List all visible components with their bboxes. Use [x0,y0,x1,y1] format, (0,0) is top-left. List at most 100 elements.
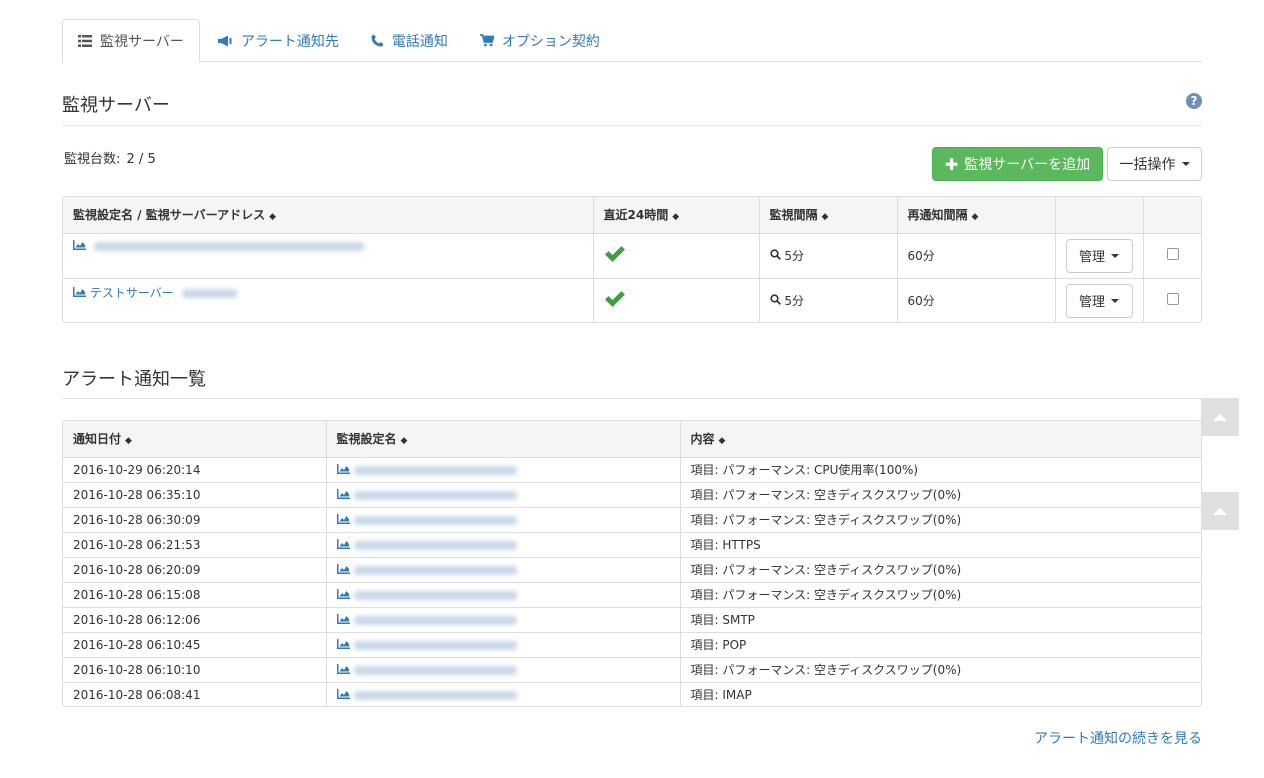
check-icon [604,290,626,311]
magnifier-icon [769,249,781,263]
redacted-text [353,465,517,475]
chart-icon [336,688,350,702]
chart-icon [336,563,350,577]
sort-icon: ◆ [400,436,408,447]
megaphone-icon [217,35,233,47]
col-header-date[interactable]: 通知日付 ◆ [63,421,327,458]
alert-setting-cell[interactable] [326,581,681,607]
renotify-cell: 60分 [897,277,1056,322]
tab-monitor-servers[interactable]: 監視サーバー [62,19,200,63]
table-row: テストサーバー 5分 60分 管理 [63,277,1201,322]
alert-content: 項目: パフォーマンス: 空きディスクスワップ(0%) [680,556,1201,582]
alert-setting-cell[interactable] [326,481,681,507]
scroll-top-button[interactable] [1201,398,1239,436]
tab-phone-notification[interactable]: 電話通知 [356,19,463,62]
sort-icon: ◆ [821,212,829,223]
redacted-text [353,665,517,675]
status-24h-cell [593,232,760,278]
col-header-name[interactable]: 監視設定名 / 監視サーバーアドレス ◆ [63,197,594,234]
list-icon [78,35,92,47]
chart-icon [336,613,350,627]
caret-down-icon [1181,162,1190,166]
alert-setting-cell[interactable] [326,631,681,657]
chart-icon [73,239,86,253]
row-checkbox[interactable] [1167,248,1180,260]
scroll-top-button[interactable] [1201,492,1239,530]
server-count: 監視台数: 2 / 5 [62,148,156,167]
row-checkbox[interactable] [1167,293,1180,306]
col-header-renotify[interactable]: 再通知間隔 ◆ [897,197,1056,234]
interval-cell: 5分 [759,277,898,322]
redacted-text [93,241,364,251]
manage-dropdown-button[interactable]: 管理 [1065,238,1133,273]
add-server-button[interactable]: ✚ 監視サーバーを追加 [932,147,1103,181]
alert-date: 2016-10-28 06:35:10 [63,481,327,507]
col-header-select [1143,197,1201,234]
alert-date: 2016-10-28 06:10:10 [63,656,327,682]
chart-icon [336,538,350,552]
chart-icon [336,488,350,502]
server-name-cell[interactable]: テストサーバー [63,277,594,322]
help-icon[interactable]: ? [1186,93,1202,109]
alert-date: 2016-10-28 06:12:06 [63,606,327,632]
page-title: 監視サーバー [62,95,170,116]
col-header-setting[interactable]: 監視設定名 ◆ [326,421,681,458]
redacted-text [353,690,517,700]
phone-icon [371,34,384,47]
table-row: 2016-10-28 06:08:41 項目: IMAP [63,681,1201,706]
cart-icon [479,34,494,47]
table-row: 2016-10-28 06:30:09 項目: パフォーマンス: 空きディスクスワ… [63,506,1201,532]
alert-date: 2016-10-28 06:15:08 [63,581,327,607]
tab-label: オプション契約 [501,33,600,50]
magnifier-icon [769,294,781,308]
bulk-action-button[interactable]: 一括操作 [1107,147,1202,181]
select-cell [1143,277,1201,322]
alert-content: 項目: パフォーマンス: CPU使用率(100%) [680,456,1201,482]
alert-setting-cell[interactable] [326,556,681,582]
alert-setting-cell[interactable] [326,606,681,632]
redacted-text [181,288,237,298]
alert-setting-cell[interactable] [326,506,681,532]
tab-alert-destinations[interactable]: アラート通知先 [202,19,354,62]
renotify-cell: 60分 [897,232,1056,278]
chart-icon [336,588,350,602]
alert-setting-cell[interactable] [326,531,681,557]
manage-dropdown-button[interactable]: 管理 [1065,283,1133,318]
chart-icon [336,638,350,652]
tab-label: 監視サーバー [100,34,184,50]
status-24h-cell [593,277,760,322]
redacted-text [353,490,517,500]
redacted-text [353,515,517,525]
sort-icon: ◆ [125,436,132,447]
server-name-cell[interactable] [63,232,594,278]
alert-setting-cell[interactable] [326,681,681,706]
manage-cell: 管理 [1055,277,1144,322]
more-alerts-link[interactable]: アラート通知の続きを見る [1034,728,1202,748]
alert-setting-cell[interactable] [326,656,681,682]
chart-icon [336,513,350,527]
col-header-content[interactable]: 内容 ◆ [680,421,1201,458]
server-count-label: 監視台数: [64,152,121,167]
interval-cell: 5分 [759,232,898,278]
col-header-manage [1055,197,1144,234]
alert-content: 項目: パフォーマンス: 空きディスクスワップ(0%) [680,481,1201,507]
redacted-text [353,540,517,550]
nav-tabs: 監視サーバー アラート通知先 電話通知 オプション契約 [62,19,1202,63]
col-header-24h[interactable]: 直近24時間 ◆ [593,197,760,234]
check-icon [604,245,626,266]
table-row: 2016-10-29 06:20:14 項目: パフォーマンス: CPU使用率(1… [63,456,1201,482]
redacted-text [353,615,517,625]
alert-setting-cell[interactable] [326,456,681,482]
col-header-interval[interactable]: 監視間隔 ◆ [759,197,898,234]
sort-icon: ◆ [718,436,726,447]
chevron-up-icon [1213,507,1227,515]
chart-icon [336,663,350,677]
tab-option-contract[interactable]: オプション契約 [465,19,615,62]
bulk-action-label: 一括操作 [1119,157,1176,173]
server-name-link[interactable]: テストサーバー [90,286,174,300]
alert-date: 2016-10-28 06:21:53 [63,531,327,557]
redacted-text [353,640,517,650]
table-row: 2016-10-28 06:21:53 項目: HTTPS [63,531,1201,557]
alert-date: 2016-10-28 06:30:09 [63,506,327,532]
table-row: 2016-10-28 06:20:09 項目: パフォーマンス: 空きディスクスワ… [63,556,1201,582]
